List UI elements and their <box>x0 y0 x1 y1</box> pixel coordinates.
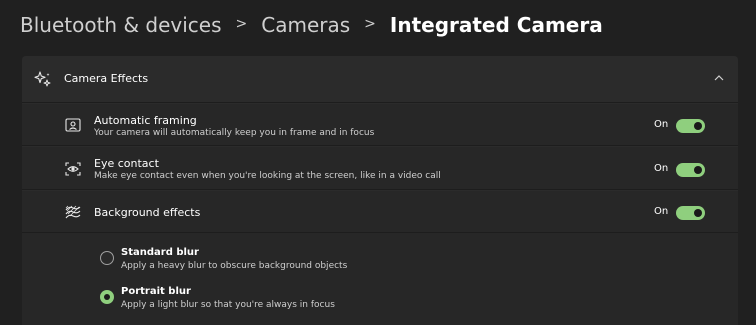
setting-description: Make eye contact even when you're lookin… <box>94 171 441 181</box>
breadcrumb-item-cameras[interactable]: Cameras <box>261 13 350 37</box>
camera-effects-header[interactable]: Camera Effects <box>22 56 738 103</box>
breadcrumb-separator-icon: > <box>235 16 248 32</box>
option-description: Apply a light blur so that you're always… <box>121 300 335 310</box>
radio-option-portrait-blur[interactable]: Portrait blur Apply a light blur so that… <box>100 286 700 322</box>
option-title: Standard blur <box>121 247 199 258</box>
eye-contact-toggle[interactable] <box>676 163 705 177</box>
setting-row-background-effects: Background effects On <box>22 191 738 233</box>
setting-description: Your camera will automatically keep you … <box>94 128 375 138</box>
background-effects-options: Standard blur Apply a heavy blur to obsc… <box>22 233 738 325</box>
option-description: Apply a heavy blur to obscure background… <box>121 261 348 271</box>
setting-row-automatic-framing: Automatic framing Your camera will autom… <box>22 104 738 146</box>
toggle-knob <box>694 166 702 174</box>
toggle-knob <box>694 209 702 217</box>
background-effects-toggle[interactable] <box>676 206 705 220</box>
automatic-framing-toggle[interactable] <box>676 119 705 133</box>
setting-title: Background effects <box>94 206 201 219</box>
eye-camera-icon <box>65 162 81 176</box>
camera-effects-card: Camera Effects Automatic framing Your ca… <box>22 56 738 325</box>
portrait-blur-radio[interactable] <box>100 290 114 304</box>
toggle-state-label: On <box>654 206 669 217</box>
person-frame-icon <box>65 118 81 132</box>
option-title: Portrait blur <box>121 286 191 297</box>
chevron-up-icon[interactable] <box>714 74 724 82</box>
page-title: Integrated Camera <box>389 13 603 37</box>
breadcrumb-item-bluetooth-devices[interactable]: Bluetooth & devices <box>20 13 222 37</box>
breadcrumb-separator-icon: > <box>364 16 376 32</box>
toggle-state-label: On <box>654 119 669 130</box>
background-pattern-icon <box>65 205 81 219</box>
toggle-knob <box>694 122 702 130</box>
standard-blur-radio[interactable] <box>100 251 114 265</box>
setting-title: Eye contact <box>94 157 159 170</box>
setting-title: Automatic framing <box>94 114 197 127</box>
toggle-state-label: On <box>654 163 669 174</box>
sparkle-icon <box>34 71 51 87</box>
setting-row-eye-contact: Eye contact Make eye contact even when y… <box>22 147 738 190</box>
radio-option-standard-blur[interactable]: Standard blur Apply a heavy blur to obsc… <box>100 247 700 283</box>
breadcrumb: Bluetooth & devices > Cameras > Integrat… <box>20 13 603 37</box>
section-title: Camera Effects <box>64 72 149 85</box>
